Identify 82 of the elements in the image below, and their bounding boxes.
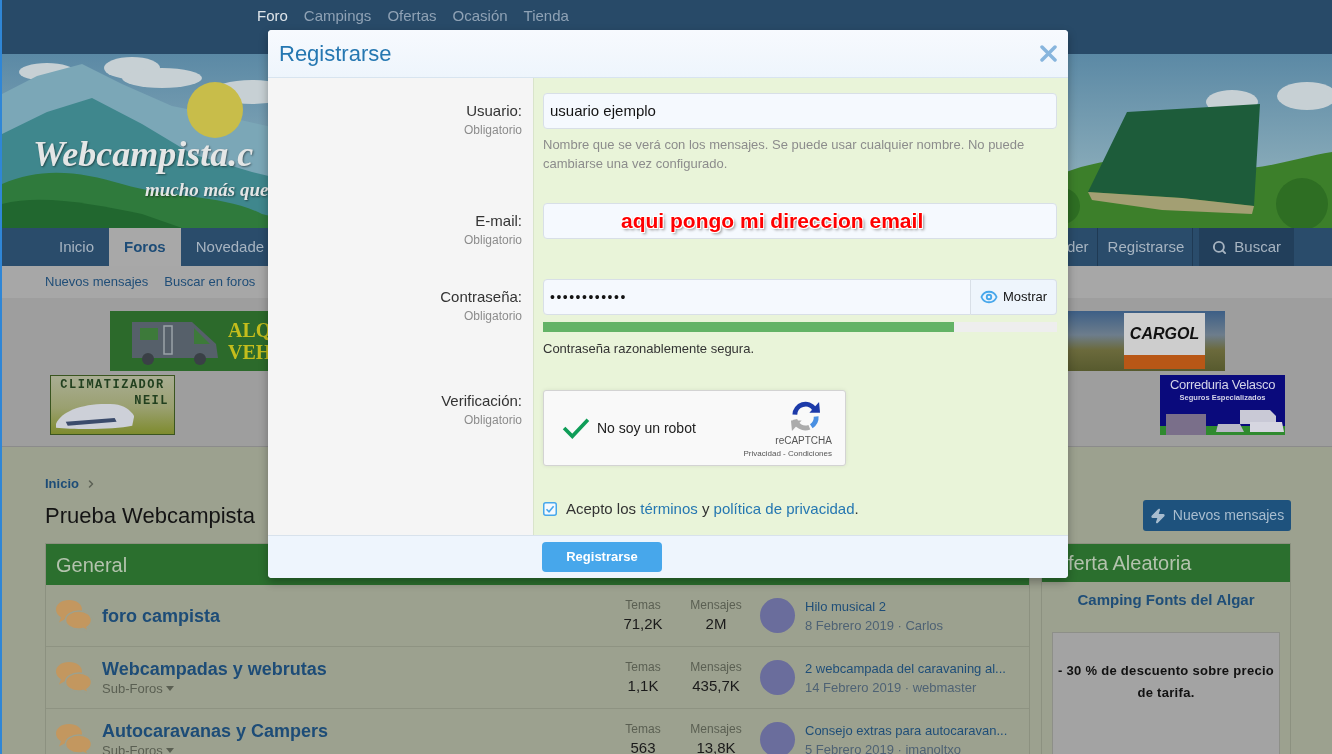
- avatar-placeholder[interactable]: [760, 660, 795, 695]
- sub-nav-link[interactable]: Buscar en foros: [164, 272, 256, 292]
- breadcrumb-link[interactable]: Inicio: [45, 475, 79, 493]
- latest-thread-link[interactable]: Hilo musical 2: [805, 596, 886, 616]
- required-note: Obligatorio: [463, 232, 522, 249]
- field-label: Usuario:: [466, 101, 522, 121]
- ad-text: CLIMATIZADOR: [59, 379, 166, 392]
- latest-post-meta: 5 Febrero 2019 · imanoltxo: [805, 740, 962, 754]
- check-icon[interactable]: [561, 417, 591, 439]
- ad-text: NEIL: [134, 395, 169, 408]
- stat-value: 1,1K: [627, 676, 659, 696]
- brand-logo: CARGOL: [1124, 313, 1205, 369]
- top-nav-link[interactable]: Tienda: [523, 7, 569, 25]
- latest-thread-link[interactable]: 2 webcampada del caravaning al...: [805, 658, 1006, 678]
- chat-bubbles-icon: [55, 599, 93, 632]
- show-password-button[interactable]: Mostrar: [971, 279, 1057, 315]
- required-note: Obligatorio: [463, 412, 522, 429]
- text-link[interactable]: términos: [640, 500, 698, 517]
- stat-label: Temas: [625, 721, 661, 737]
- forum-title-link[interactable]: Autocaravanas y Campers: [102, 719, 329, 742]
- stat-label: Mensajes: [690, 597, 742, 613]
- stat-value: 2M: [705, 614, 727, 634]
- required-note: Obligatorio: [463, 308, 522, 325]
- avatar-placeholder[interactable]: [760, 598, 795, 633]
- site-logo[interactable]: Webcampista.c: [33, 134, 254, 174]
- offer-box: - 30 % de descuento sobre precio de tarifa.: [1052, 632, 1280, 754]
- caret-down-icon: [165, 686, 174, 691]
- latest-post-meta: 14 Febrero 2019 · webmaster: [805, 678, 977, 697]
- strength-text: Contraseña razonablemente segura.: [543, 340, 756, 358]
- sub-nav-link[interactable]: Nuevos mensajes: [45, 272, 149, 292]
- top-nav-link[interactable]: Campings: [303, 7, 372, 25]
- field-label: Verificación:: [441, 391, 522, 411]
- dialog-title: Registrarse: [279, 40, 392, 68]
- recaptcha-logo-icon: [790, 401, 821, 432]
- page-title: Prueba Webcampista: [45, 501, 255, 530]
- stat-label: Mensajes: [690, 721, 742, 737]
- caret-down-icon: [165, 748, 174, 753]
- field-label: Contraseña:: [440, 287, 522, 307]
- register-button[interactable]: Registrarse: [542, 542, 662, 572]
- nav-tab[interactable]: Inicio: [44, 228, 110, 266]
- stat-value: 435,7K: [692, 676, 740, 696]
- recaptcha-brand: reCAPTCHA: [775, 435, 832, 447]
- top-nav-link[interactable]: Ofertas: [387, 7, 437, 25]
- latest-thread-link[interactable]: Consejo extras para autocaravan...: [805, 720, 1008, 740]
- sidebar-header: ferta Aleatoria: [1042, 544, 1290, 582]
- latest-post-meta: 8 Febrero 2019 · Carlos: [805, 616, 943, 635]
- search-icon: [1212, 239, 1228, 255]
- top-nav-link[interactable]: Ocasión: [452, 7, 508, 25]
- site-tagline: mucho más que: [145, 178, 269, 202]
- text-link[interactable]: política de privacidad: [713, 500, 855, 517]
- new-posts-button[interactable]: Nuevos mensajes: [1143, 500, 1291, 531]
- forum-title-link[interactable]: foro campista: [102, 604, 221, 627]
- subforums-toggle[interactable]: Sub-Foros: [102, 679, 174, 698]
- recaptcha-links[interactable]: Privacidad - Condiciones: [743, 448, 832, 459]
- field-label: E-mail:: [475, 211, 522, 231]
- eye-icon: [979, 288, 998, 306]
- subforums-toggle[interactable]: Sub-Foros: [102, 741, 174, 754]
- required-note: Obligatorio: [463, 122, 522, 139]
- password-input[interactable]: ••••••••••••: [543, 279, 971, 315]
- nav-tab[interactable]: Foros: [109, 228, 181, 266]
- stat-label: Temas: [625, 659, 661, 675]
- ad-banner[interactable]: CLIMATIZADOR NEIL: [50, 375, 175, 435]
- avatar-placeholder[interactable]: [760, 722, 795, 754]
- stat-label: Mensajes: [690, 659, 742, 675]
- captcha-label: No soy un robot: [597, 418, 696, 438]
- stat-value: 71,2K: [623, 614, 663, 634]
- lightning-bolt-icon: [1149, 507, 1166, 524]
- email-input[interactable]: aqui pongo mi direccion email: [543, 203, 1057, 239]
- field-hint: Nombre que se verá con los mensajes. Se puede usar cualquier nombre. No puede cambiarse una vez configurado.: [543, 136, 1026, 173]
- terms-text: Acepto los términos y política de privacidad.: [566, 499, 859, 519]
- stat-label: Temas: [625, 597, 661, 613]
- text-input[interactable]: usuario ejemplo: [543, 93, 1057, 129]
- chat-bubbles-icon: [55, 661, 93, 694]
- checkbox[interactable]: [543, 502, 557, 516]
- forum-title-link[interactable]: Webcampadas y webrutas: [102, 657, 327, 680]
- ad-text: Correduria Velasco: [1169, 376, 1276, 393]
- search-tab[interactable]: Buscar: [1199, 228, 1294, 266]
- stat-value: 563: [630, 738, 656, 754]
- top-nav-link[interactable]: Foro: [257, 7, 288, 25]
- annotation-text: aqui pongo mi direccion email: [621, 209, 924, 233]
- offer-title-link[interactable]: Camping Fonts del Algar: [1077, 590, 1255, 610]
- close-icon[interactable]: [1040, 45, 1057, 62]
